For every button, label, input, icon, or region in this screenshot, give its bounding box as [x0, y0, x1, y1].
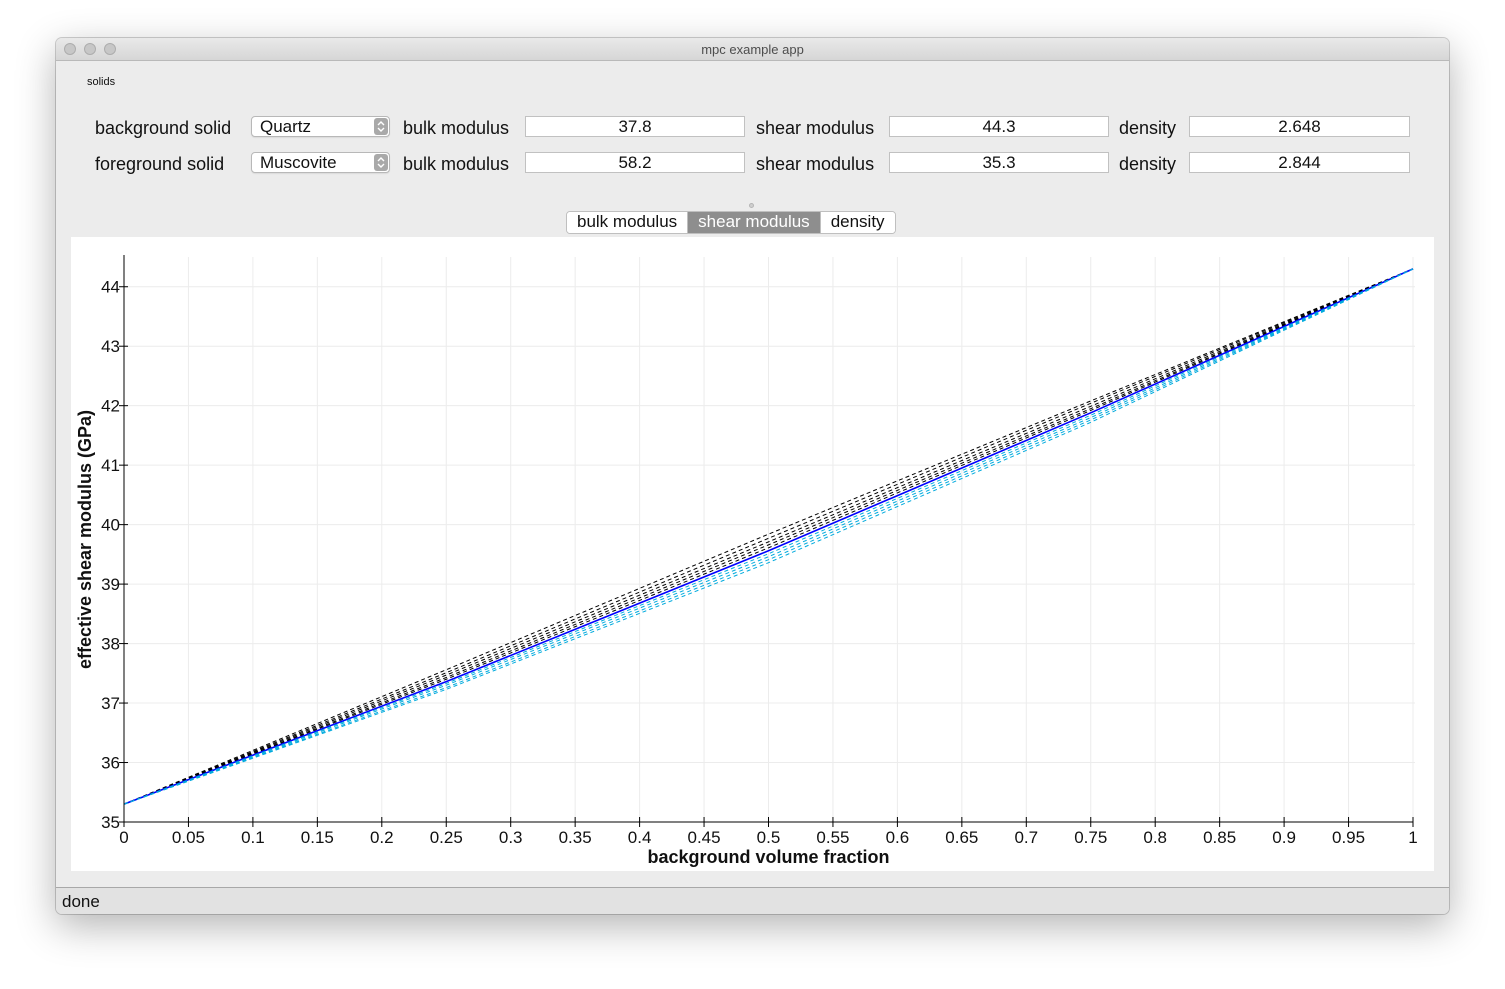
x-tick-label: 0.1 [241, 828, 265, 847]
x-tick-label: 0.25 [430, 828, 463, 847]
foreground-bulk-label: bulk modulus [403, 154, 510, 174]
x-tick-label: 0.55 [816, 828, 849, 847]
title-bar: mpc example app [56, 38, 1449, 61]
y-tick-label: 43 [101, 337, 120, 356]
x-tick-label: 0.3 [499, 828, 523, 847]
x-axis-title: background volume fraction [647, 847, 889, 867]
background-shear-field[interactable]: 44.3 [889, 116, 1109, 137]
background-shear-label: shear modulus [756, 118, 875, 138]
window-title: mpc example app [701, 42, 804, 57]
foreground-bulk-field[interactable]: 58.2 [525, 152, 745, 173]
foreground-solid-value: Muscovite [260, 153, 337, 172]
background-bulk-label: bulk modulus [403, 118, 510, 138]
y-tick-label: 44 [101, 278, 120, 297]
app-window: mpc example app solids background solid … [56, 38, 1449, 914]
status-text: done [62, 892, 100, 911]
foreground-solid-label: foreground solid [95, 154, 225, 174]
x-tick-label: 0.65 [945, 828, 978, 847]
tab-bulk-modulus[interactable]: bulk modulus [567, 212, 689, 233]
solids-group-label: solids [87, 76, 116, 88]
y-tick-label: 35 [101, 813, 120, 832]
x-tick-label: 1 [1408, 828, 1417, 847]
x-tick-label: 0.95 [1332, 828, 1365, 847]
foreground-solid-select[interactable]: Muscovite [251, 152, 390, 173]
status-bar: done [56, 887, 1449, 914]
y-tick-label: 40 [101, 516, 120, 535]
background-solid-select[interactable]: Quartz [251, 116, 390, 137]
background-solid-value: Quartz [260, 117, 312, 136]
x-tick-label: 0.45 [688, 828, 721, 847]
x-tick-label: 0 [119, 828, 128, 847]
x-tick-label: 0.15 [301, 828, 334, 847]
background-solid-label: background solid [95, 118, 232, 138]
x-tick-label: 0.6 [886, 828, 910, 847]
background-bulk-field[interactable]: 37.8 [525, 116, 745, 137]
foreground-density-label: density [1119, 154, 1177, 174]
x-tick-label: 0.4 [628, 828, 652, 847]
x-tick-label: 0.85 [1203, 828, 1236, 847]
y-tick-label: 41 [101, 456, 120, 475]
splitter-handle[interactable] [749, 203, 754, 208]
x-tick-label: 0.7 [1014, 828, 1038, 847]
y-tick-label: 36 [101, 754, 120, 773]
x-tick-label: 0.8 [1143, 828, 1167, 847]
background-density-field[interactable]: 2.648 [1189, 116, 1410, 137]
x-tick-label: 0.05 [172, 828, 205, 847]
x-tick-label: 0.35 [559, 828, 592, 847]
foreground-density-field[interactable]: 2.844 [1189, 152, 1410, 173]
y-tick-label: 38 [101, 635, 120, 654]
foreground-shear-label: shear modulus [756, 154, 875, 174]
x-tick-label: 0.2 [370, 828, 394, 847]
y-axis-title: effective shear modulus (GPa) [75, 410, 95, 669]
plot-tab-bar: bulk modulus shear modulus density [566, 211, 896, 234]
tab-density[interactable]: density [820, 212, 895, 233]
y-tick-label: 39 [101, 575, 120, 594]
updown-chevron-icon [374, 154, 388, 171]
x-tick-label: 0.75 [1074, 828, 1107, 847]
shear-modulus-chart: 0 0.05 0.1 0.15 0.2 0.25 0.3 0.35 0.4 0.45 0.5 0.55… [75, 255, 1418, 867]
background-density-label: density [1119, 118, 1177, 138]
plot-panel: 0 0.05 0.1 0.15 0.2 0.25 0.3 0.35 0.4 0.45 0.5 0.55… [71, 237, 1434, 871]
y-tick-label: 42 [101, 397, 120, 416]
y-tick-label: 37 [101, 694, 120, 713]
tab-shear-modulus[interactable]: shear modulus [688, 212, 821, 233]
foreground-shear-field[interactable]: 35.3 [889, 152, 1109, 173]
updown-chevron-icon [374, 118, 388, 135]
x-tick-label: 0.5 [757, 828, 781, 847]
x-tick-label: 0.9 [1272, 828, 1296, 847]
